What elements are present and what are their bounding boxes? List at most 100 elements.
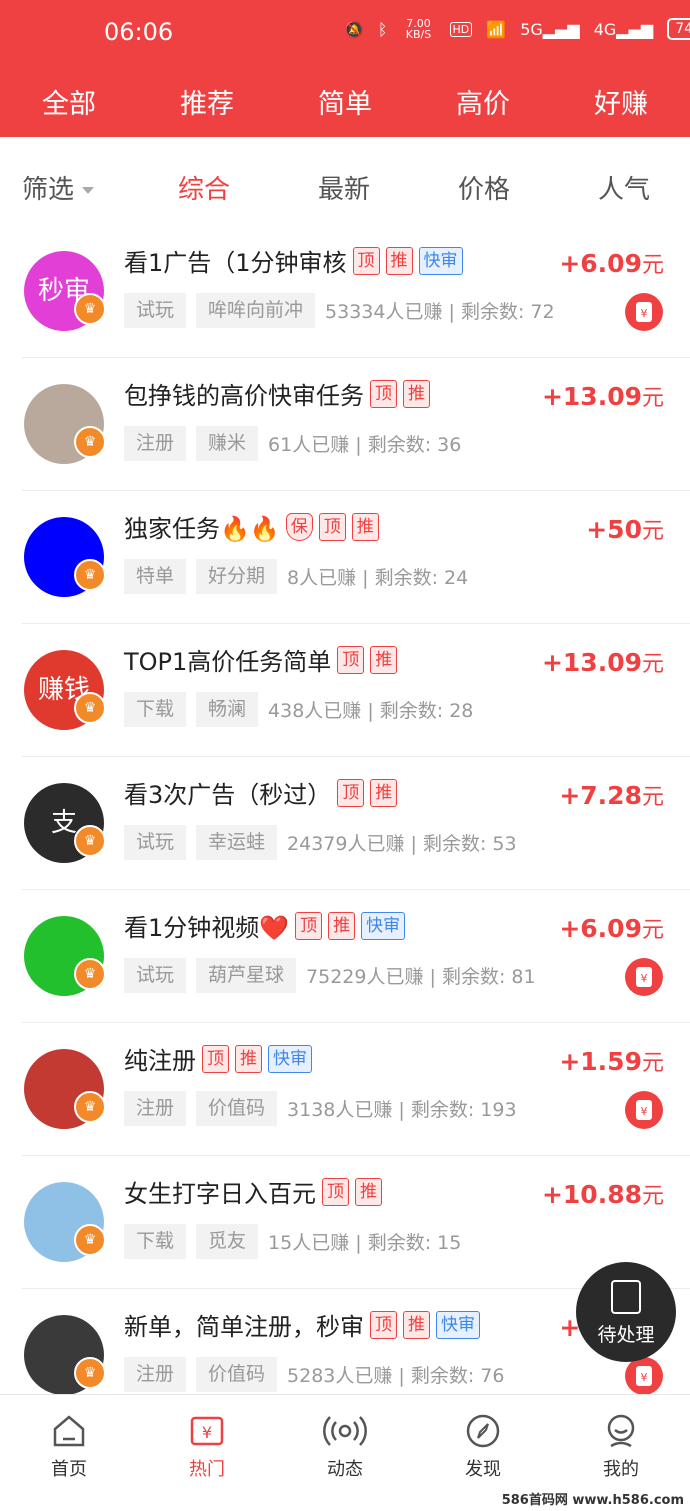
task-app-chip: 畅澜: [196, 692, 259, 727]
task-stats: 61人已赚 | 剩余数: 36: [268, 434, 462, 456]
task-type-chip: 注册: [124, 426, 187, 461]
task-stats: 15人已赚 | 剩余数: 15: [268, 1232, 462, 1254]
signal-5g-icon: 5G▂▄▆: [520, 19, 580, 39]
profile-icon: [607, 1414, 635, 1448]
fast-review-tag: 快审: [436, 1310, 480, 1339]
task-title-row: 纯注册 顶推快审: [124, 1041, 312, 1076]
task-price: +10.88元: [542, 1178, 664, 1210]
price-value: +10.88: [541, 1180, 642, 1209]
tab-recommend[interactable]: 推荐: [157, 82, 257, 121]
task-item[interactable]: ♛ 独家任务🔥🔥 保顶推 特单 好分期 8人已赚 | 剩余数: 24 +50元: [0, 491, 690, 624]
task-item[interactable]: 赚钱 ♛ TOP1高价任务简单 顶推 下载 畅澜 438人已赚 | 剩余数: 2…: [0, 624, 690, 757]
price-unit: 元: [641, 652, 664, 677]
task-price: +50元: [586, 513, 664, 545]
sort-price[interactable]: 价格: [458, 169, 510, 206]
svg-text:¥: ¥: [202, 1423, 212, 1442]
status-bar: 06:06 🔕 ᛒ 7.00 KB/S HD 📶 5G▂▄▆ 4G▂▄▆ 74: [0, 0, 690, 66]
price-unit: 元: [641, 1051, 664, 1076]
price-unit: 元: [641, 386, 664, 411]
fast-review-tag: 快审: [268, 1044, 312, 1073]
price-unit: 元: [641, 519, 664, 544]
task-type-chip: 注册: [124, 1357, 187, 1392]
bottom-tab-home[interactable]: 首页: [19, 1395, 119, 1511]
tab-easy-money[interactable]: 好赚: [571, 82, 671, 121]
crown-icon: ♛: [74, 1357, 106, 1389]
recommend-tag: 推: [235, 1044, 262, 1073]
task-stats: 24379人已赚 | 剩余数: 53: [287, 833, 517, 855]
bottom-tab-label: 动态: [327, 1459, 363, 1480]
task-title-row: 包挣钱的高价快审任务 顶推: [124, 376, 430, 411]
crown-icon: ♛: [74, 692, 106, 724]
task-item[interactable]: ♛ 看1分钟视频❤️ 顶推快审 试玩 葫芦星球 75229人已赚 | 剩余数: …: [0, 890, 690, 1023]
sort-popularity[interactable]: 人气: [598, 169, 650, 206]
task-title: 女生打字日入百元: [124, 1180, 316, 1208]
task-meta: 试玩 幸运蛙 24379人已赚 | 剩余数: 53: [124, 825, 517, 860]
red-packet-icon[interactable]: [625, 1091, 663, 1129]
bottom-tab-label: 热门: [189, 1459, 225, 1480]
bottom-tab-hot[interactable]: ¥ 热门: [157, 1395, 257, 1511]
filter-button[interactable]: 筛选: [22, 169, 95, 206]
task-title: 看1分钟视频❤️: [124, 914, 290, 942]
crown-icon: ♛: [74, 293, 106, 325]
task-title-row: 看1广告（1分钟审核 顶推快审: [124, 243, 463, 278]
price-value: +6.09: [559, 249, 642, 278]
task-type-chip: 试玩: [124, 825, 187, 860]
filter-bar: 筛选 综合 最新 价格 人气: [0, 137, 690, 237]
recommend-tag: 推: [351, 512, 379, 541]
hd-icon: HD: [449, 21, 473, 37]
task-meta: 注册 赚米 61人已赚 | 剩余数: 36: [124, 426, 461, 461]
top-tag: 顶: [322, 1177, 349, 1206]
signal-4g-icon: 4G▂▄▆: [593, 19, 654, 39]
task-price: +6.09元: [559, 247, 664, 279]
top-tag: 顶: [318, 512, 346, 541]
tab-simple[interactable]: 简单: [295, 82, 395, 121]
tab-all[interactable]: 全部: [19, 82, 119, 121]
task-app-chip: 赚米: [196, 426, 259, 461]
task-type-chip: 下载: [124, 1224, 187, 1259]
task-item[interactable]: 秒审 ♛ 看1广告（1分钟审核 顶推快审 试玩 哞哞向前冲 53334人已赚 |…: [0, 225, 690, 358]
task-type-chip: 特单: [124, 559, 187, 594]
task-title: TOP1高价任务简单: [124, 648, 332, 676]
price-value: +13.09: [541, 648, 642, 677]
pending-button[interactable]: 待处理: [576, 1262, 676, 1362]
task-meta: 试玩 哞哞向前冲 53334人已赚 | 剩余数: 72: [124, 293, 555, 328]
task-list: 秒审 ♛ 看1广告（1分钟审核 顶推快审 试玩 哞哞向前冲 53334人已赚 |…: [0, 225, 690, 1422]
price-unit: 元: [641, 253, 664, 278]
red-packet-icon[interactable]: [625, 293, 663, 331]
sort-comprehensive[interactable]: 综合: [178, 169, 230, 206]
filter-label: 筛选: [22, 175, 75, 205]
task-item[interactable]: ♛ 纯注册 顶推快审 注册 价值码 3138人已赚 | 剩余数: 193 +1.…: [0, 1023, 690, 1156]
red-packet-icon[interactable]: [625, 1357, 663, 1395]
task-app-chip: 价值码: [196, 1091, 278, 1126]
red-packet-icon[interactable]: [625, 958, 663, 996]
task-stats: 53334人已赚 | 剩余数: 72: [325, 301, 555, 323]
fast-review-tag: 快审: [361, 911, 406, 940]
top-tag: 顶: [337, 645, 365, 674]
task-title: 独家任务🔥🔥: [124, 515, 280, 543]
watermark: 586首码网 www.h586.com: [501, 1493, 684, 1508]
crown-icon: ♛: [74, 559, 106, 591]
task-stats: 8人已赚 | 剩余数: 24: [287, 567, 469, 589]
bottom-tab-feed[interactable]: 动态: [295, 1395, 395, 1511]
task-item[interactable]: ♛ 女生打字日入百元 顶推 下载 觅友 15人已赚 | 剩余数: 15 +10.…: [0, 1156, 690, 1289]
task-type-chip: 试玩: [124, 958, 187, 993]
pending-icon: [611, 1280, 641, 1314]
price-value: +13.09: [541, 382, 642, 411]
recommend-tag: 推: [370, 778, 398, 807]
wifi-icon: 📶: [486, 19, 507, 39]
top-tabs: 全部 推荐 简单 高价 好赚: [0, 66, 690, 141]
mute-icon: 🔕: [344, 19, 364, 39]
broadcast-icon: [323, 1416, 367, 1446]
crown-icon: ♛: [74, 1224, 106, 1256]
network-speed: 7.00 KB/S: [405, 17, 432, 41]
sort-newest[interactable]: 最新: [318, 169, 370, 206]
task-type-chip: 下载: [124, 692, 187, 727]
task-item[interactable]: 支 ♛ 看3次广告（秒过） 顶推 试玩 幸运蛙 24379人已赚 | 剩余数: …: [0, 757, 690, 890]
fast-review-tag: 快审: [418, 246, 463, 275]
bottom-tab-label: 我的: [603, 1459, 639, 1480]
pending-label: 待处理: [597, 1324, 655, 1346]
task-item[interactable]: ♛ 包挣钱的高价快审任务 顶推 注册 赚米 61人已赚 | 剩余数: 36 +1…: [0, 358, 690, 491]
task-app-chip: 觅友: [196, 1224, 259, 1259]
recommend-tag: 推: [370, 645, 398, 674]
tab-high-price[interactable]: 高价: [433, 82, 533, 141]
